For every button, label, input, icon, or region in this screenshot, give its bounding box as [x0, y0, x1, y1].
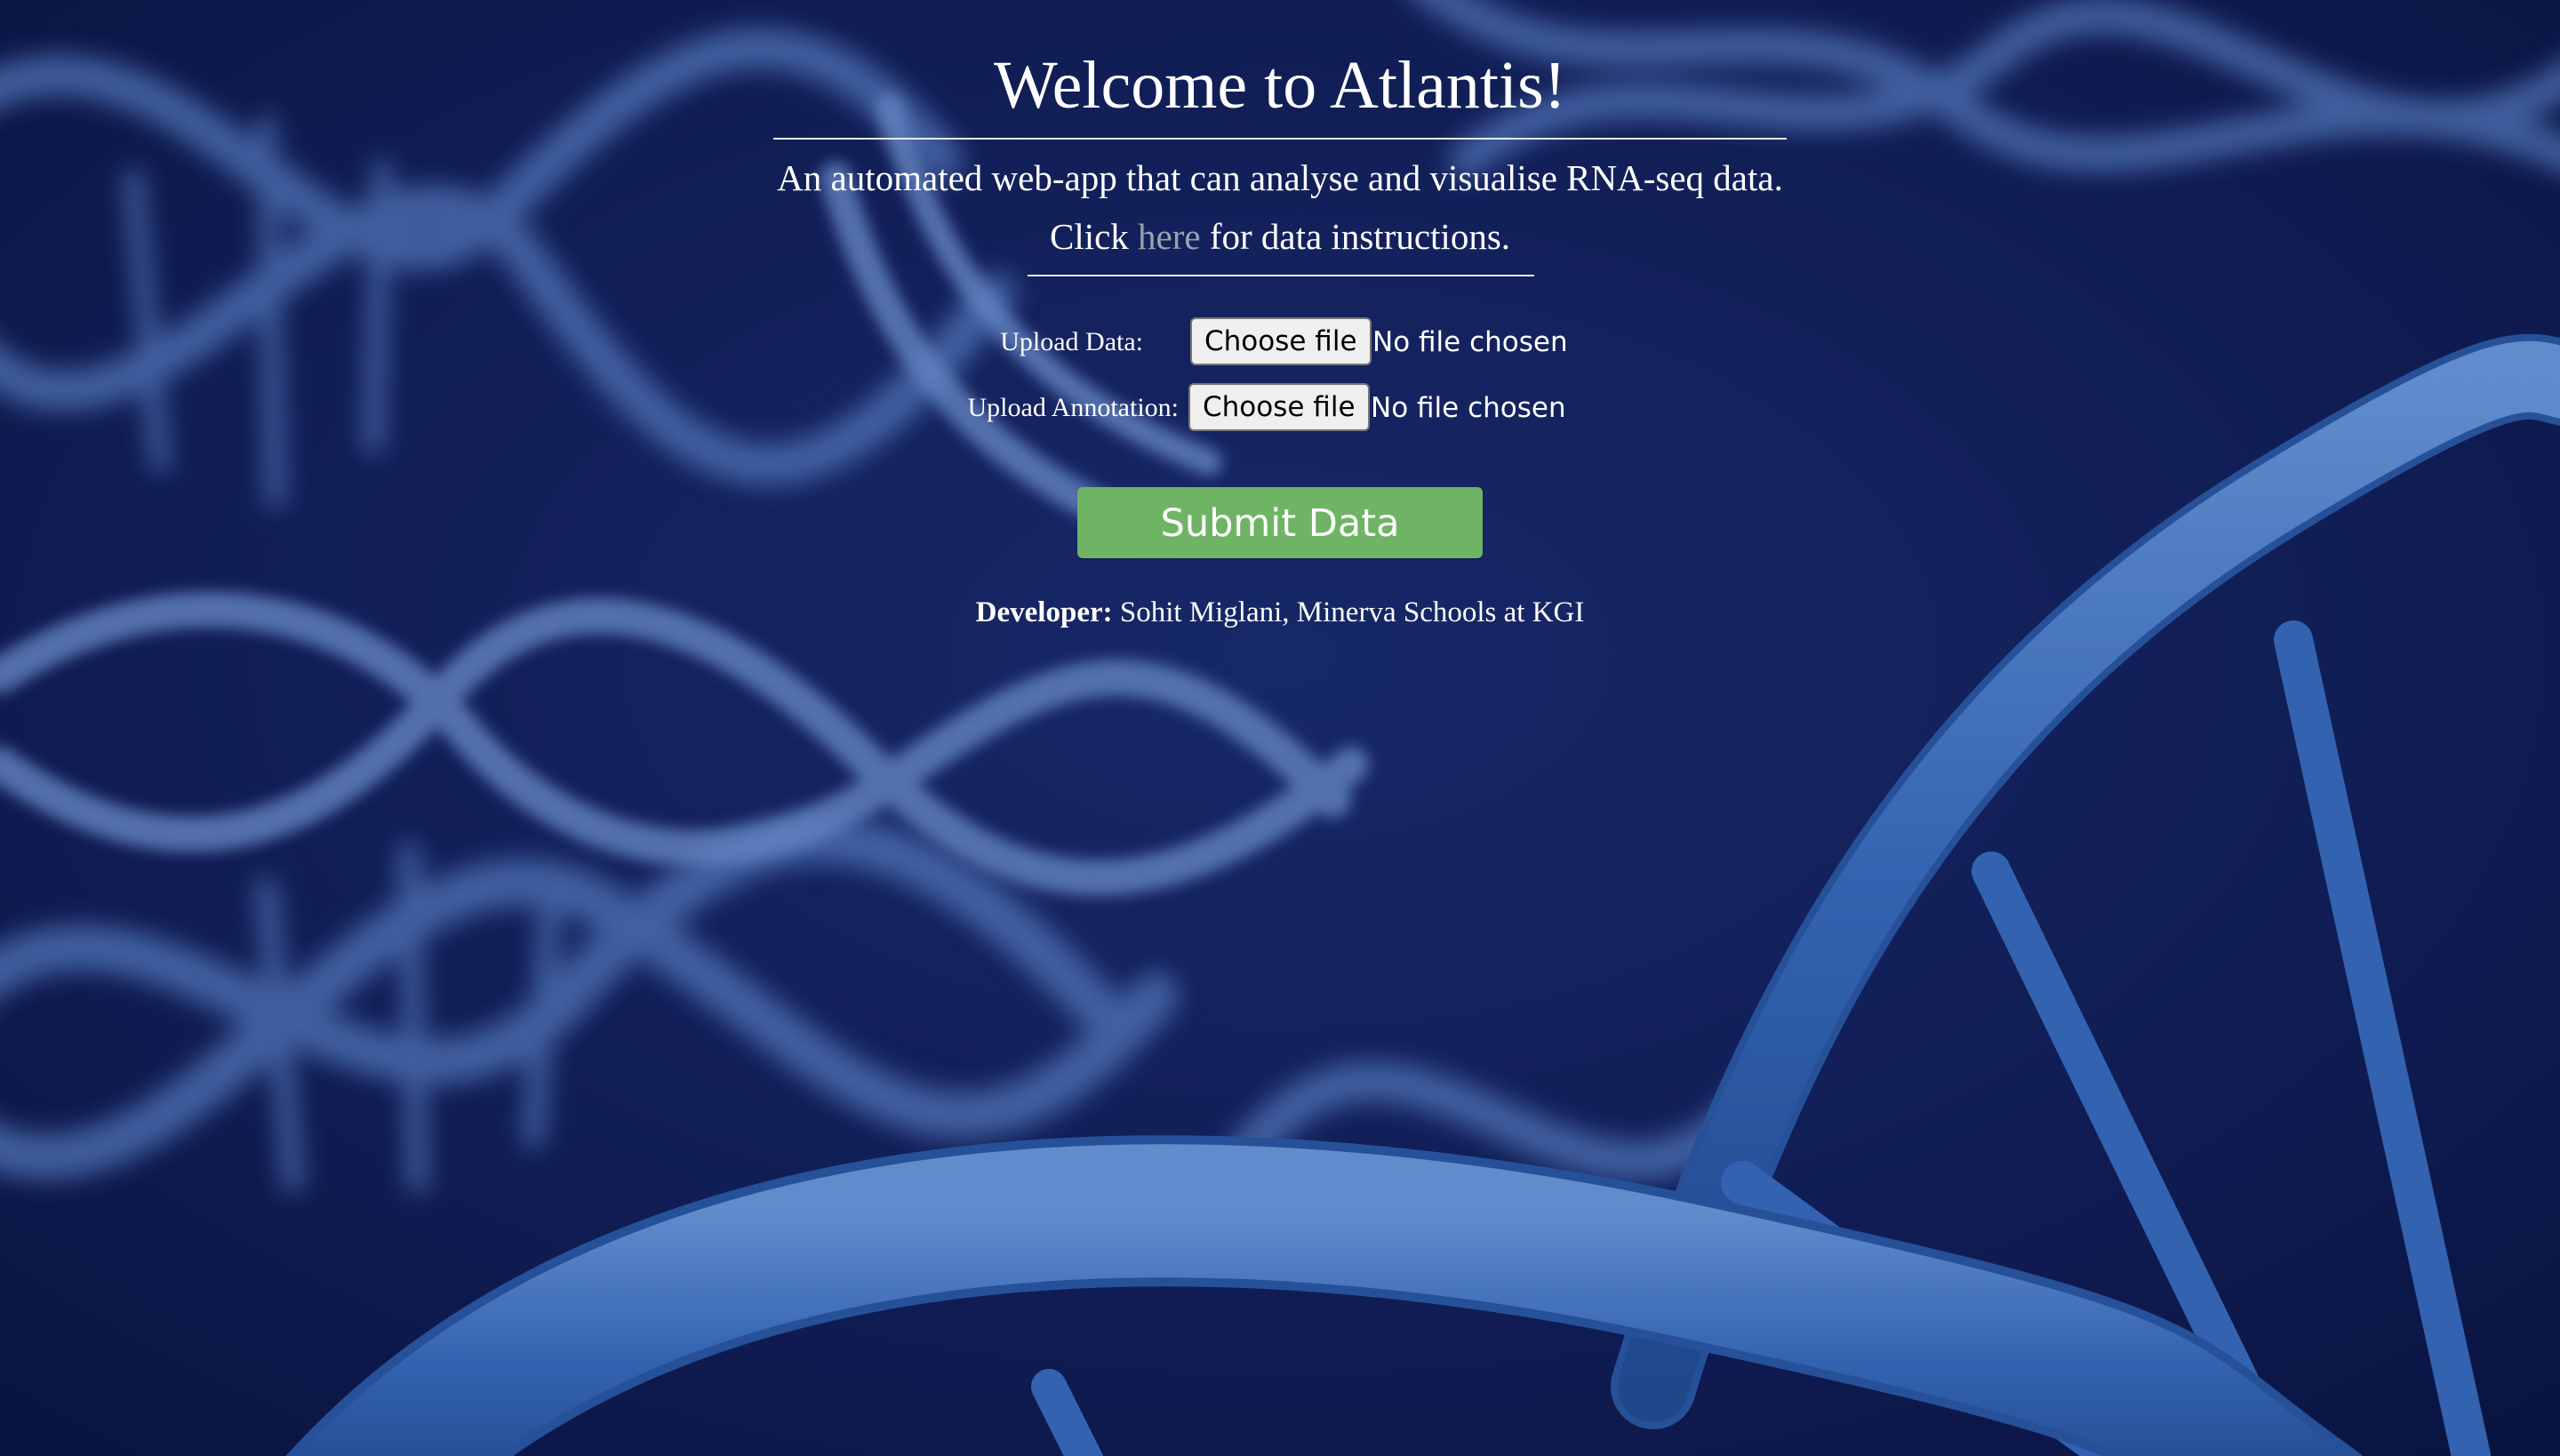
upload-annotation-label: Upload Annotation: — [967, 393, 1179, 422]
upload-data-row: Upload Data: Choose file No file chosen — [0, 317, 2560, 367]
title-divider — [773, 138, 1787, 140]
instructions-divider — [1028, 275, 1534, 276]
developer-label: Developer: — [975, 596, 1113, 628]
upload-data-file-status: No file chosen — [1372, 326, 1568, 358]
upload-annotation-file-status: No file chosen — [1371, 392, 1566, 424]
instructions-link[interactable]: here — [1138, 216, 1201, 257]
instructions-line: Click here for data instructions. — [0, 212, 2560, 261]
upload-data-choose-file-button[interactable]: Choose file — [1190, 317, 1372, 365]
instructions-suffix: for data instructions. — [1200, 216, 1511, 257]
page-subtitle: An automated web-app that can analyse an… — [777, 157, 1783, 198]
developer-credit: Developer: Sohit Miglani, Minerva School… — [0, 590, 2560, 635]
developer-name: Sohit Miglani, Minerva Schools at KGI — [1112, 596, 1585, 628]
upload-annotation-choose-file-button[interactable]: Choose file — [1188, 383, 1370, 431]
upload-annotation-row: Upload Annotation: Choose file No file c… — [0, 383, 2560, 433]
instructions-prefix: Click — [1049, 216, 1139, 257]
submit-data-button[interactable]: Submit Data — [1077, 487, 1483, 558]
page-title: Welcome to Atlantis! — [994, 48, 1566, 123]
upload-data-label: Upload Data: — [1000, 327, 1143, 356]
